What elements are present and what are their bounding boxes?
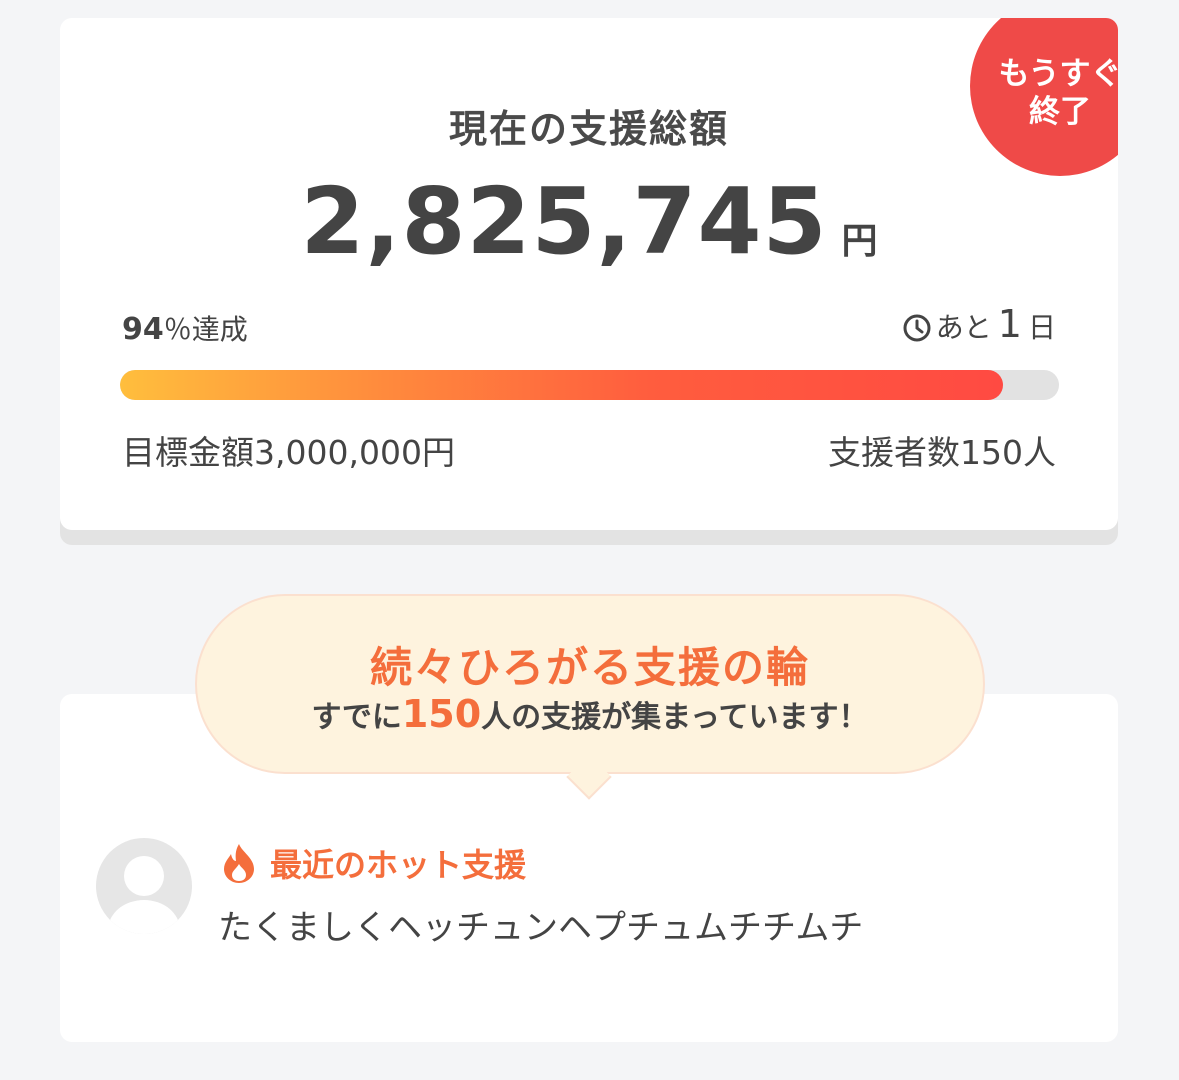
goal-amount: 目標金額3,000,000円 — [122, 433, 455, 472]
achievement-rate: 94％達成 — [122, 308, 248, 348]
hot-supporter-name[interactable]: たくましくヘッチュンヘプチュムチチムチ — [218, 900, 863, 949]
progress-bar — [120, 370, 1059, 400]
support-wave-title: 続々ひろがる支援の輪 — [369, 643, 810, 692]
progress-bar-fill — [120, 370, 1003, 400]
funding-amount-unit: 円 — [841, 221, 878, 262]
user-silhouette-icon — [108, 856, 180, 934]
default-user-avatar-icon[interactable] — [96, 838, 192, 934]
backer-count: 支援者数150人 — [828, 433, 1056, 472]
remaining-unit: 日 — [1027, 311, 1056, 344]
funding-card: 現在の支援総額 2,825,745 円 もうすぐ終了 94％達成 あと 1 日 目… — [60, 18, 1118, 530]
hot-support-label: 最近のホット支援 — [220, 840, 526, 886]
support-wave-sub-after: 人の支援が集まっています！ — [481, 700, 869, 735]
support-wave-subtitle: すでに150人の支援が集まっています！ — [197, 692, 983, 736]
remaining-days: 1 — [997, 302, 1022, 346]
support-wave-sub-before: すでに — [311, 700, 402, 735]
remaining-prefix: あと — [935, 311, 992, 344]
remaining-time: あと 1 日 — [902, 302, 1056, 346]
flame-icon — [224, 844, 254, 883]
hot-support-label-text: 最近のホット支援 — [270, 846, 527, 884]
clock-icon — [903, 314, 931, 342]
funding-amount: 2,825,745 — [300, 168, 828, 275]
achievement-suffix: ％達成 — [163, 313, 248, 346]
support-wave-bubble: 続々ひろがる支援の輪 すでに150人の支援が集まっています！ — [195, 594, 985, 774]
funding-title: 現在の支援総額 — [448, 107, 729, 151]
achievement-number: 94 — [122, 312, 164, 347]
ending-soon-text: もうすぐ終了 — [998, 56, 1118, 130]
funding-amount-row: 2,825,745 円 — [60, 168, 1118, 275]
support-wave-count: 150 — [401, 692, 482, 736]
